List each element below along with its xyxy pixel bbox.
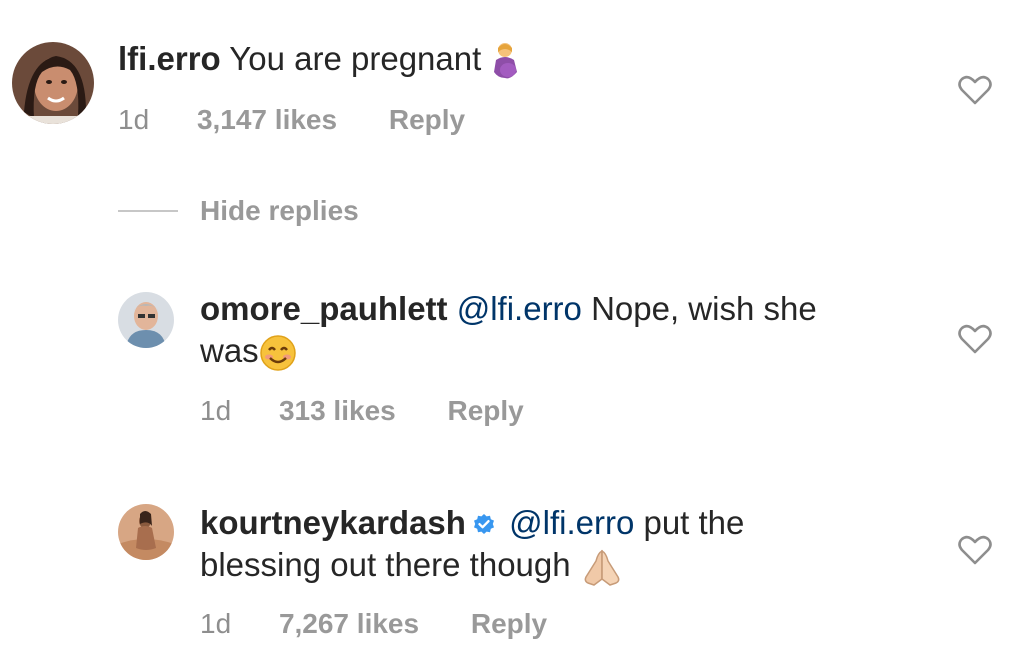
likes-count[interactable]: 3,147 likes — [197, 104, 337, 136]
avatar[interactable] — [12, 42, 94, 124]
comments-thread: lfi.erro You are pregnant 1d 3,147 likes… — [0, 0, 1023, 649]
avatar[interactable] — [118, 504, 174, 560]
pregnant-woman-emoji — [490, 42, 520, 80]
timestamp: 1d — [118, 104, 150, 135]
timestamp: 1d — [200, 608, 232, 639]
hide-replies-label: Hide replies — [200, 195, 359, 226]
divider — [118, 210, 178, 212]
comment-body: put the — [643, 504, 745, 541]
username[interactable]: omore_pauhlett — [200, 290, 448, 327]
reply-button[interactable]: Reply — [448, 395, 524, 427]
comment-text: kourtneykardash @lfi.erro put the blessi… — [200, 502, 920, 587]
comment-meta: 1d 7,267 likes Reply — [200, 608, 547, 640]
comment-body: You are pregnant — [229, 40, 482, 77]
folded-hands-emoji — [580, 547, 624, 587]
verified-badge-icon — [472, 513, 496, 537]
username[interactable]: lfi.erro — [118, 40, 221, 77]
comment-text: lfi.erro You are pregnant — [118, 38, 520, 80]
smiling-face-emoji — [259, 334, 297, 372]
heart-outline-icon[interactable] — [958, 75, 992, 105]
likes-count[interactable]: 313 likes — [279, 395, 396, 427]
comment-text: omore_pauhlett @lfi.erro Nope, wish she … — [200, 288, 920, 372]
avatar[interactable] — [118, 292, 174, 348]
timestamp: 1d — [200, 395, 232, 426]
reply-button[interactable]: Reply — [389, 104, 465, 136]
heart-outline-icon[interactable] — [958, 535, 992, 565]
reply-button[interactable]: Reply — [471, 608, 547, 640]
heart-outline-icon[interactable] — [958, 324, 992, 354]
comment-body-line2: was — [200, 332, 259, 369]
comment-body-line2: blessing out there though — [200, 546, 571, 583]
hide-replies-button[interactable]: Hide replies — [118, 195, 359, 227]
comment-meta: 1d 3,147 likes Reply — [118, 104, 465, 136]
comment-body: Nope, wish she — [591, 290, 817, 327]
likes-count[interactable]: 7,267 likes — [279, 608, 419, 640]
mention-link[interactable]: @lfi.erro — [457, 290, 582, 327]
comment-meta: 1d 313 likes Reply — [200, 395, 524, 427]
mention-link[interactable]: @lfi.erro — [509, 504, 634, 541]
username[interactable]: kourtneykardash — [200, 504, 466, 541]
